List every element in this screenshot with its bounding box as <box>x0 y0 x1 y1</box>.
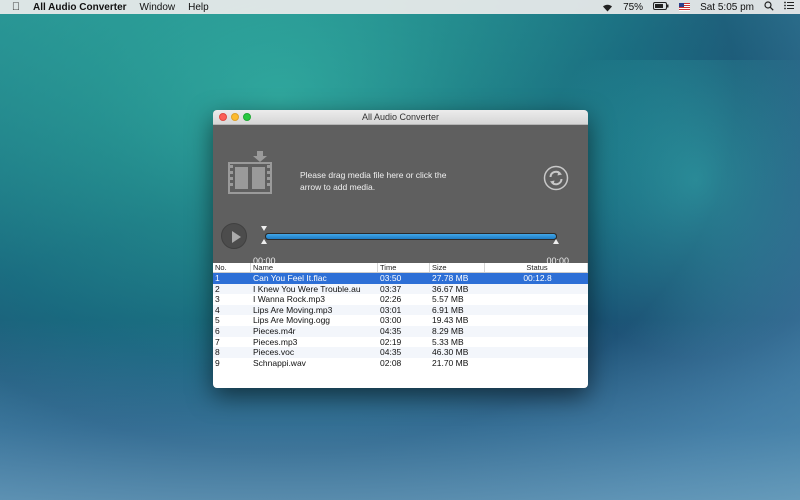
cell-no: 3 <box>215 294 220 305</box>
trim-start-handle-bottom[interactable] <box>261 239 267 244</box>
cell-name: Pieces.voc <box>253 347 295 358</box>
cell-name: Pieces.m4r <box>253 325 296 336</box>
cell-time: 03:37 <box>380 283 402 294</box>
table-row[interactable]: 4 Lips Are Moving.mp3 03:01 6.91 MB <box>213 304 588 316</box>
timeline-slider[interactable] <box>265 233 557 240</box>
input-source-flag-icon[interactable] <box>679 3 691 11</box>
cell-status <box>485 315 588 326</box>
table-header: No. Name Time Size Status <box>213 263 588 273</box>
table-row[interactable]: 5 Lips Are Moving.ogg 03:00 19.43 MB <box>213 315 588 326</box>
cell-name: Pieces.mp3 <box>253 336 298 347</box>
cell-status: 00:12.8 <box>523 273 552 283</box>
media-drop-area[interactable]: Please drag media file here or click the… <box>213 125 588 266</box>
table-body: 1 Can You Feel It.flac 03:50 27.78 MB 00:12.… <box>213 273 588 368</box>
app-window: All Audio Converter Please drag media fi… <box>213 110 588 388</box>
menu-window[interactable]: Window <box>140 2 176 13</box>
play-button[interactable] <box>221 223 247 249</box>
menu-bar:  All Audio Converter Window Help 75% Sa… <box>0 0 800 14</box>
cell-no: 4 <box>215 304 220 315</box>
col-header-no[interactable]: No. <box>213 263 251 272</box>
cell-size: 8.29 MB <box>432 325 464 336</box>
cell-time: 03:50 <box>380 273 402 283</box>
cell-status <box>485 294 588 305</box>
cell-time: 03:01 <box>380 304 402 315</box>
cell-no: 9 <box>215 357 220 368</box>
drop-instructions: Please drag media file here or click the… <box>300 170 447 192</box>
wifi-icon[interactable] <box>602 3 613 12</box>
cell-no: 7 <box>215 336 220 347</box>
cell-name: Lips Are Moving.mp3 <box>253 304 333 315</box>
notification-center-icon[interactable] <box>784 1 794 13</box>
timeline-fill <box>266 234 556 239</box>
cell-no: 5 <box>215 315 220 326</box>
table-row[interactable]: 9 Schnappi.wav 02:08 21.70 MB <box>213 358 588 369</box>
battery-icon[interactable] <box>653 1 669 13</box>
apple-menu-icon[interactable]:  <box>9 1 23 13</box>
cell-time: 03:00 <box>380 315 402 326</box>
cell-time: 02:19 <box>380 336 402 347</box>
cell-no: 6 <box>215 325 220 336</box>
title-bar[interactable]: All Audio Converter <box>213 110 588 125</box>
add-media-film-icon[interactable] <box>227 150 273 195</box>
table-row[interactable]: 6 Pieces.m4r 04:35 8.29 MB <box>213 325 588 337</box>
window-title: All Audio Converter <box>361 112 440 122</box>
cell-time: 04:35 <box>380 347 402 358</box>
cell-name: Lips Are Moving.ogg <box>253 315 331 326</box>
table-row[interactable]: 8 Pieces.voc 04:35 46.30 MB <box>213 347 588 358</box>
cell-size: 27.78 MB <box>432 273 469 283</box>
cell-time: 04:35 <box>380 325 402 336</box>
cell-time: 02:08 <box>380 357 402 368</box>
spotlight-search-icon[interactable] <box>764 0 774 14</box>
col-header-name[interactable]: Name <box>251 263 378 272</box>
col-header-size[interactable]: Size <box>430 263 485 272</box>
cell-time: 02:26 <box>380 294 402 305</box>
cell-status <box>485 347 588 358</box>
cell-status <box>485 358 588 369</box>
table-row[interactable]: 1 Can You Feel It.flac 03:50 27.78 MB 00:12.… <box>213 273 588 284</box>
cell-status <box>485 284 588 295</box>
cell-name: Can You Feel It.flac <box>253 273 327 283</box>
cell-no: 8 <box>215 347 220 358</box>
cell-status <box>485 326 588 337</box>
trim-end-handle[interactable] <box>553 239 559 244</box>
col-header-time[interactable]: Time <box>378 263 430 272</box>
table-row[interactable]: 2 I Knew You Were Trouble.au 03:37 36.67 MB <box>213 283 588 295</box>
cell-name: Schnappi.wav <box>253 357 306 368</box>
cell-size: 21.70 MB <box>432 357 469 368</box>
cell-size: 6.91 MB <box>432 304 464 315</box>
cell-size: 19.43 MB <box>432 315 469 326</box>
cell-size: 5.33 MB <box>432 336 464 347</box>
cell-size: 46.30 MB <box>432 347 469 358</box>
cell-status <box>485 337 588 348</box>
cell-no: 2 <box>215 283 220 294</box>
cell-name: I Wanna Rock.mp3 <box>253 294 325 305</box>
menu-app-name[interactable]: All Audio Converter <box>33 2 127 13</box>
file-table: No. Name Time Size Status 1 Can You Feel … <box>213 263 588 388</box>
cell-no: 1 <box>215 273 220 283</box>
cell-status <box>485 305 588 316</box>
col-header-status[interactable]: Status <box>485 263 588 272</box>
cell-name: I Knew You Were Trouble.au <box>253 283 361 294</box>
convert-refresh-icon[interactable] <box>543 165 569 191</box>
trim-start-handle[interactable] <box>261 226 267 231</box>
table-row[interactable]: 7 Pieces.mp3 02:19 5.33 MB <box>213 337 588 348</box>
cell-size: 36.67 MB <box>432 283 469 294</box>
cell-size: 5.57 MB <box>432 294 464 305</box>
table-row[interactable]: 3 I Wanna Rock.mp3 02:26 5.57 MB <box>213 294 588 305</box>
menubar-clock[interactable]: Sat 5:05 pm <box>700 2 754 13</box>
battery-percent: 75% <box>623 1 644 13</box>
menu-help[interactable]: Help <box>188 2 209 13</box>
